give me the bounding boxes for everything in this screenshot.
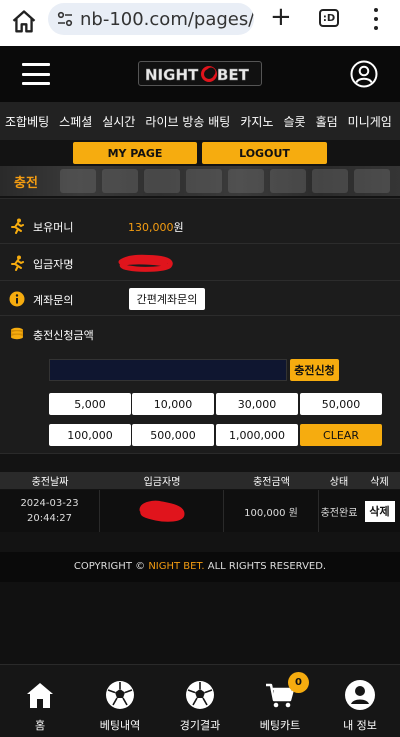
amount-1000000-button[interactable]: 1,000,000 (216, 424, 298, 446)
copyright-prefix: COPYRIGHT © (73, 561, 146, 572)
amount-5000-button[interactable]: 5,000 (49, 393, 131, 415)
depositor-row: 입금자명 (0, 245, 400, 281)
user-circle-icon[interactable] (350, 60, 378, 88)
bottom-nav-results-label: 경기결과 (179, 719, 221, 732)
header-depositor: 입금자명 (143, 477, 181, 488)
bottom-navigation: 홈 베팅내역 경기결과 0 베팅카트 내 정보 (0, 664, 400, 737)
svg-text:NIGHT: NIGHT (145, 66, 199, 83)
amount-50000-button[interactable]: 50,000 (300, 393, 382, 415)
browser-toolbar: nb-100.com/pages/mr + :D (0, 0, 400, 46)
section-banner: 충전 (0, 166, 400, 196)
apply-deposit-button[interactable]: 충전신청 (290, 359, 339, 381)
bottom-nav-home-label: 홈 (34, 719, 46, 732)
row-datetime: 2024-03-23 20:44:27 (0, 490, 100, 532)
redacted-depositor-name (139, 500, 185, 522)
bottom-nav-my-info-label: 내 정보 (343, 719, 377, 732)
bottom-nav-bet-cart[interactable]: 0 베팅카트 (240, 665, 320, 737)
bottom-nav-bet-cart-label: 베팅카트 (259, 719, 301, 732)
depositor-label: 입금자명 (33, 258, 74, 271)
balance-row: 보유머니 130,000원 (0, 209, 400, 244)
nav-item-slot[interactable]: 슬롯 (278, 113, 310, 130)
svg-text:BET: BET (217, 66, 250, 83)
request-row: 충전신청금액 (0, 317, 400, 347)
redacted-depositor-name (118, 254, 173, 272)
address-bar[interactable]: nb-100.com/pages/mr (48, 3, 254, 35)
nav-item-casino[interactable]: 카지노 (235, 113, 278, 130)
nav-item-combo-bet[interactable]: 조합베팅 (0, 113, 54, 130)
balance-value: 130,000원 (128, 219, 184, 235)
tune-icon[interactable] (56, 10, 74, 28)
mypage-button[interactable]: MY PAGE (73, 142, 197, 164)
account-inquiry-button[interactable]: 간편계좌문의 (129, 288, 205, 310)
table-row: 2024-03-23 20:44:27 100,000 원 충전완료 삭제 (0, 490, 400, 532)
person-icon (345, 680, 375, 710)
logo-wordmark: NIGHT BET (145, 65, 250, 83)
bottom-nav-bet-history-label: 베팅내역 (99, 719, 141, 732)
hamburger-icon[interactable] (22, 63, 50, 85)
row-status: 충전완료 (320, 507, 358, 519)
runner-icon (11, 218, 24, 234)
row-date: 2024-03-23 (20, 498, 79, 509)
home-icon[interactable] (10, 8, 38, 36)
inquiry-row: 계좌문의 간편계좌문의 (0, 282, 400, 316)
nav-item-minigame[interactable]: 미니게임 (343, 113, 397, 130)
history-table-header: 충전날짜 입금자명 충전금액 상태 삭제 (0, 472, 400, 489)
nav-item-live[interactable]: 실시간 (97, 113, 140, 130)
header-delete: 삭제 (370, 477, 389, 488)
more-vert-icon[interactable] (370, 6, 382, 32)
bottom-nav-bet-history[interactable]: 베팅내역 (80, 665, 160, 737)
row-delete-cell: 삭제 (359, 500, 400, 522)
plus-icon[interactable]: + (270, 4, 292, 30)
row-depositor (100, 490, 224, 532)
bottom-nav-my-info[interactable]: 내 정보 (320, 665, 400, 737)
account-actions: MY PAGE LOGOUT (0, 142, 400, 164)
cart-count-badge: 0 (288, 672, 309, 693)
banner-background-art (60, 169, 390, 193)
footer-brand: NIGHT BET. (148, 561, 205, 572)
soccer-ball-icon (186, 681, 214, 709)
info-icon (9, 291, 25, 307)
page-bottom-space (0, 582, 400, 664)
bottom-nav-home[interactable]: 홈 (0, 665, 80, 737)
tabs-icon[interactable]: :D (319, 9, 339, 27)
soccer-ball-icon (106, 681, 134, 709)
nav-item-holdem[interactable]: 홀덤 (311, 113, 343, 130)
row-time: 20:44:27 (27, 513, 72, 524)
inquiry-label: 계좌문의 (33, 294, 74, 307)
site-logo[interactable]: NIGHT BET (138, 61, 262, 86)
balance-label: 보유머니 (33, 221, 74, 234)
header-amount: 충전금액 (253, 477, 290, 488)
amount-input[interactable] (49, 359, 287, 381)
coins-icon (11, 327, 23, 340)
home-icon (27, 683, 53, 708)
nav-item-special[interactable]: 스페셜 (54, 113, 97, 130)
amount-500000-button[interactable]: 500,000 (132, 424, 214, 446)
header-status: 상태 (329, 477, 349, 488)
deposit-panel: 보유머니 130,000원 입금자명 계좌문의 간편계좌문의 충전신청금액 충전… (0, 198, 400, 454)
amount-100000-button[interactable]: 100,000 (49, 424, 131, 446)
row-amount: 100,000 원 (224, 490, 319, 532)
logout-button[interactable]: LOGOUT (202, 142, 327, 164)
header-date: 충전날짜 (31, 477, 69, 488)
url-text[interactable]: nb-100.com/pages/mr (80, 9, 254, 30)
bottom-nav-results[interactable]: 경기결과 (160, 665, 240, 737)
balance-unit: 원 (173, 221, 184, 234)
delete-row-button[interactable]: 삭제 (364, 500, 395, 522)
runner-icon (11, 255, 24, 271)
nav-item-live-stream-bet[interactable]: 라이브 방송 배팅 (140, 113, 235, 130)
footer-suffix: ALL RIGHTS RESERVED. (207, 561, 327, 572)
site-header: NIGHT BET (0, 46, 400, 102)
request-amount-label: 충전신청금액 (33, 329, 94, 342)
section-title: 충전 (14, 176, 38, 191)
site-footer: COPYRIGHT © NIGHT BET. ALL RIGHTS RESERV… (0, 552, 400, 582)
amount-10000-button[interactable]: 10,000 (132, 393, 214, 415)
balance-amount: 130,000 (128, 221, 174, 234)
amount-30000-button[interactable]: 30,000 (216, 393, 298, 415)
clear-amount-button[interactable]: CLEAR (300, 424, 382, 446)
category-nav: 조합베팅 스페셜 실시간 라이브 방송 배팅 카지노 슬롯 홀덤 미니게임 (0, 102, 400, 140)
